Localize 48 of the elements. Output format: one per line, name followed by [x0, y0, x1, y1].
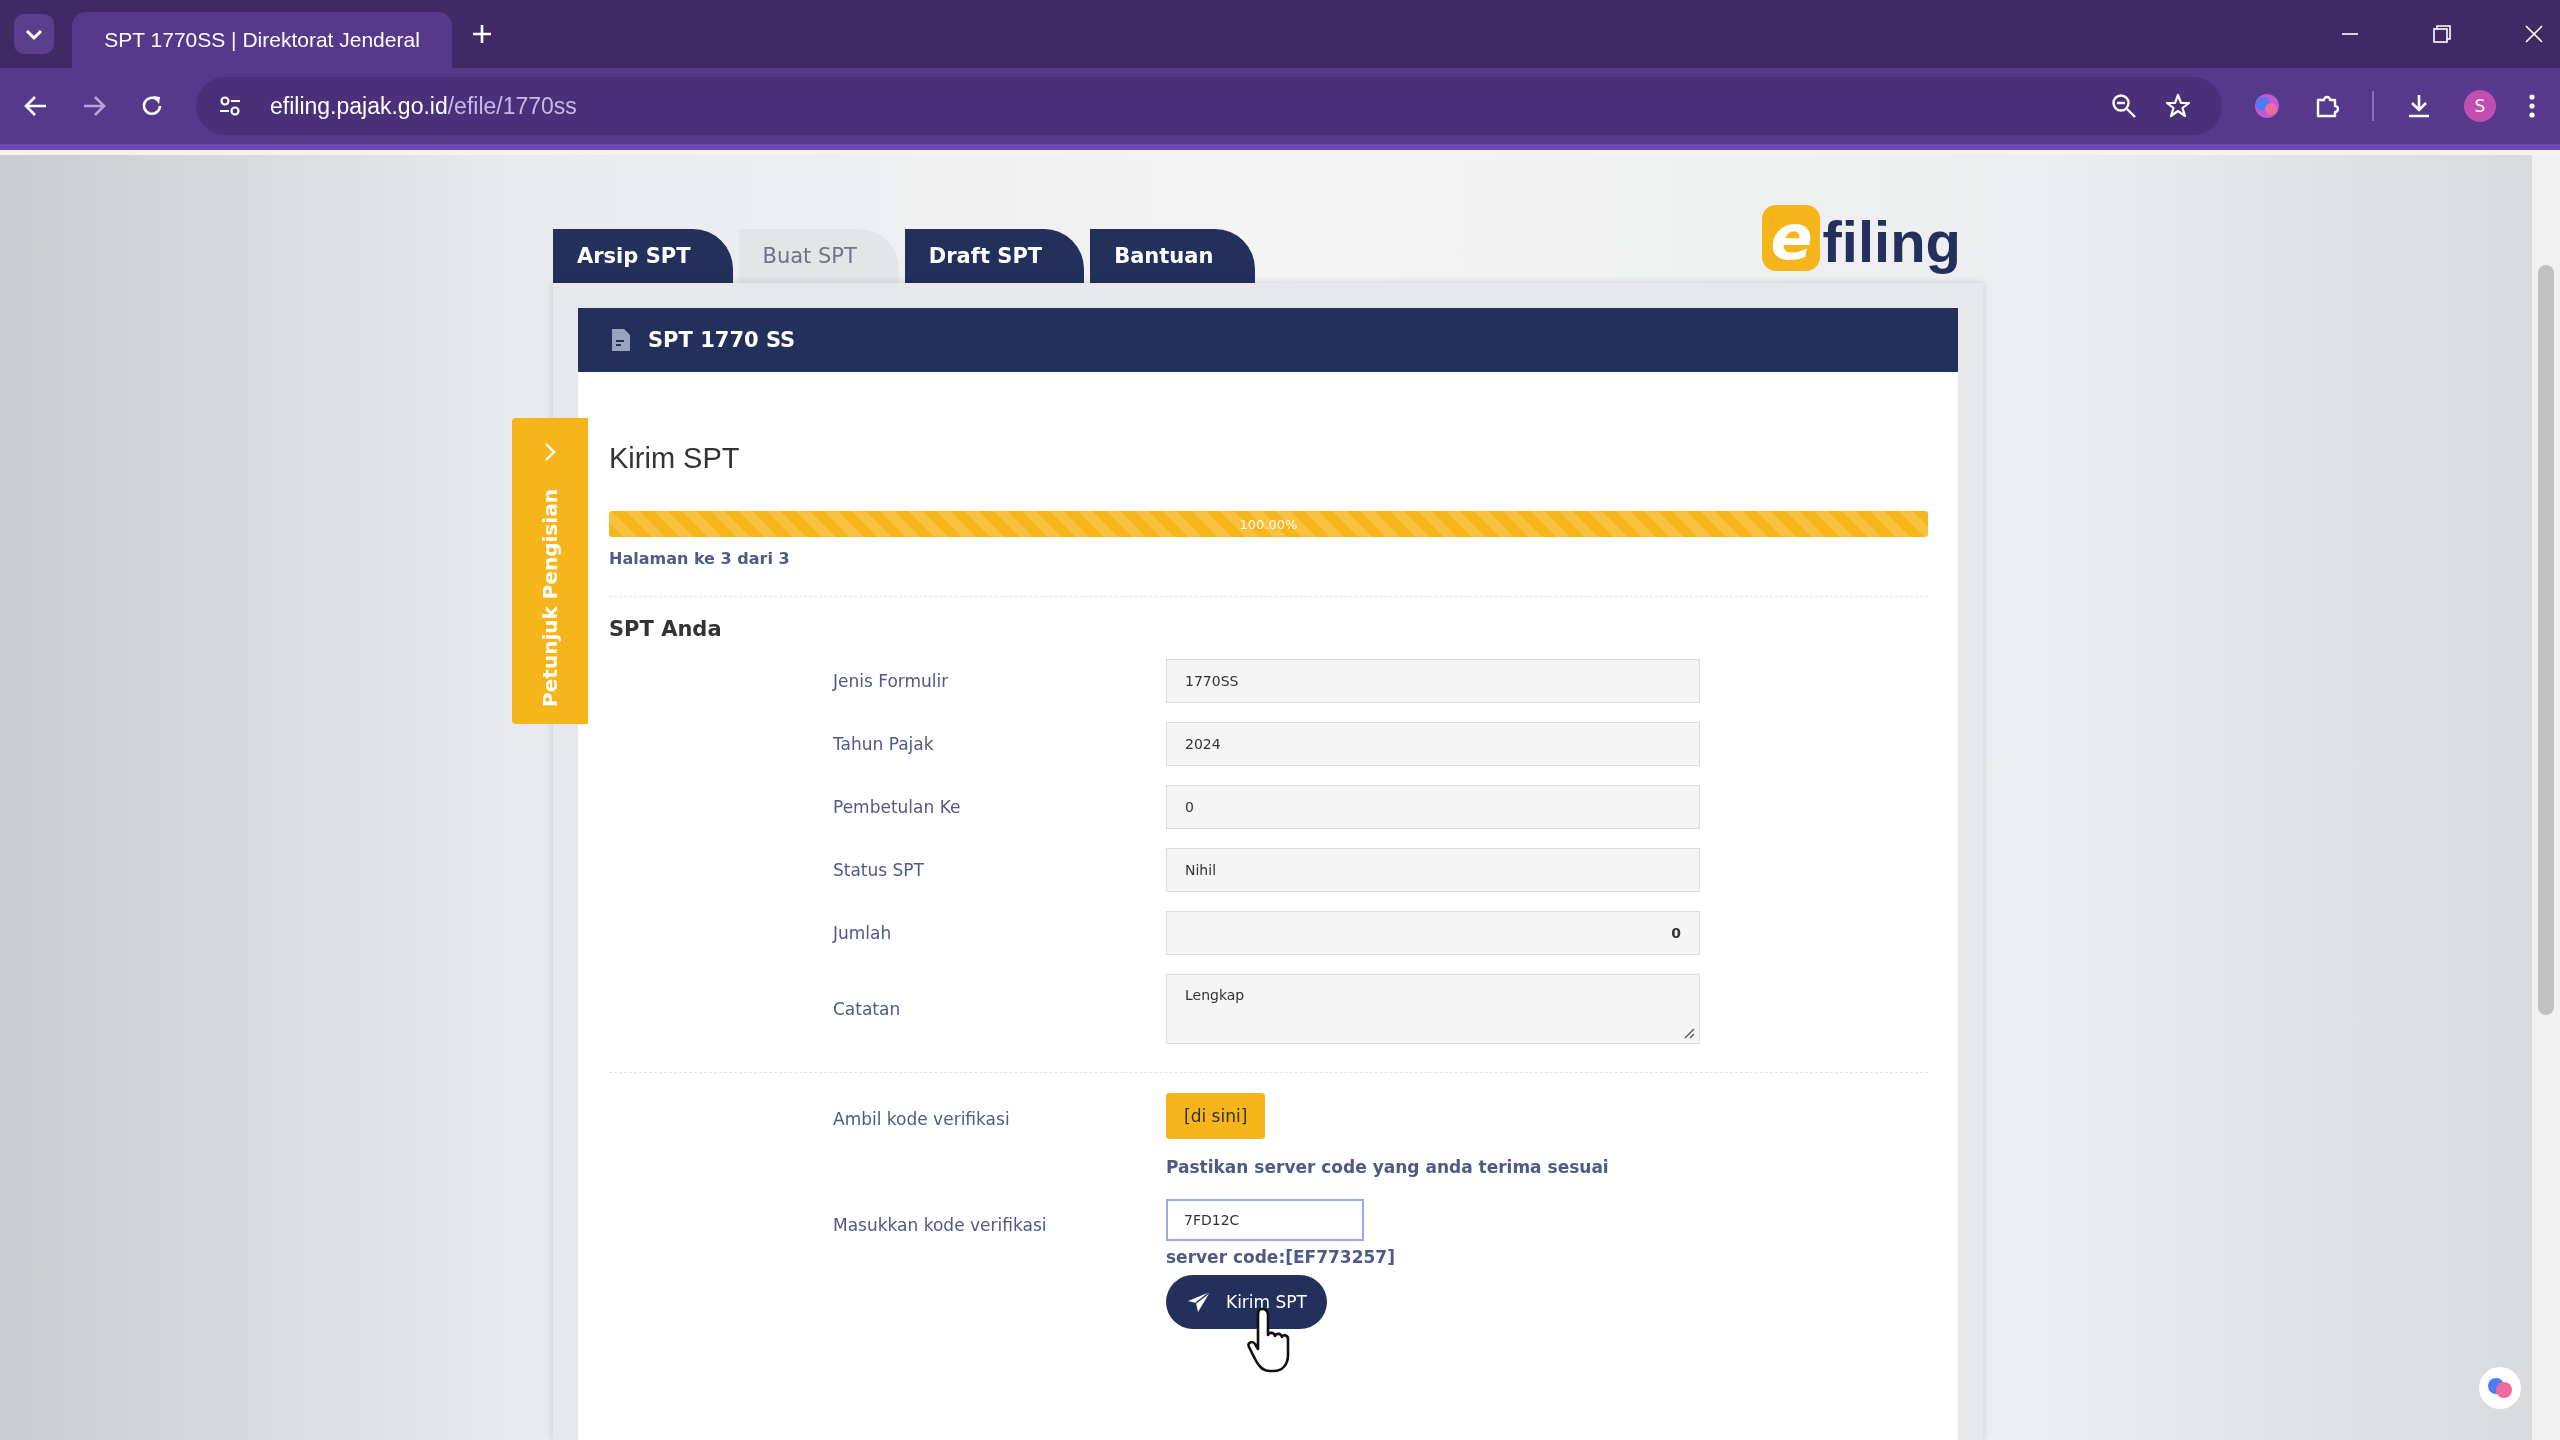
- chevron-right-icon: [543, 442, 557, 462]
- input-field[interactable]: Nihil: [1166, 848, 1700, 892]
- nav-tab[interactable]: Arsip SPT: [553, 229, 733, 283]
- section-title: SPT Anda: [609, 617, 723, 641]
- field-label: Jenis Formulir: [833, 671, 950, 691]
- browser-tab[interactable]: SPT 1770SS | Direktorat Jenderal: [72, 12, 452, 68]
- nav-tab[interactable]: Draft SPT: [904, 229, 1085, 283]
- extension-orb-icon[interactable]: [2252, 91, 2282, 121]
- input-field[interactable]: 1770SS: [1166, 659, 1700, 703]
- new-tab-icon[interactable]: [470, 22, 494, 46]
- server-code-note: Pastikan server code yang anda terima sesuai: [1166, 1157, 1609, 1177]
- star-icon[interactable]: [2164, 92, 2192, 120]
- restore-icon[interactable]: [2430, 22, 2454, 46]
- server-code-text: server code:[EF773257]: [1166, 1247, 1395, 1267]
- zoom-icon[interactable]: [2110, 92, 2138, 120]
- nav-tab[interactable]: Buat SPT: [738, 229, 899, 283]
- text-area[interactable]: Lengkap: [1166, 974, 1700, 1044]
- document-icon: [610, 327, 632, 353]
- floating-orb-icon[interactable]: [2478, 1366, 2522, 1410]
- field-label: Pembetulan Ke: [833, 797, 962, 817]
- field-label: Tahun Pajak: [833, 734, 935, 754]
- panel-title: SPT 1770 SS: [648, 328, 796, 352]
- page-info: Halaman ke 3 dari 3: [609, 549, 791, 568]
- menu-icon[interactable]: [2526, 91, 2538, 121]
- field-label: Masukkan kode verifikasi: [833, 1214, 1048, 1235]
- profile-avatar[interactable]: S: [2464, 90, 2496, 122]
- url-text: efiling.pajak.go.id/efile/1770ss: [270, 92, 577, 120]
- tab-title: SPT 1770SS | Direktorat Jenderal: [104, 28, 420, 52]
- paper-plane-icon: [1186, 1290, 1212, 1314]
- input-field[interactable]: 0: [1166, 911, 1700, 955]
- scrollbar[interactable]: [2532, 155, 2560, 1440]
- input-field[interactable]: 2024: [1166, 722, 1700, 766]
- page-heading: Kirim SPT: [609, 442, 741, 475]
- address-bar[interactable]: efiling.pajak.go.id/efile/1770ss: [196, 77, 2222, 135]
- progress-label: 100.00%: [1239, 516, 1298, 532]
- logo-mark: e: [1762, 205, 1821, 271]
- get-code-button[interactable]: [di sini]: [1166, 1093, 1266, 1139]
- resize-handle-icon[interactable]: [1683, 1027, 1695, 1039]
- scrollbar-thumb[interactable]: [2538, 265, 2554, 1015]
- field-label: Status SPT: [833, 860, 925, 880]
- submit-button[interactable]: Kirim SPT: [1166, 1275, 1327, 1329]
- input-field[interactable]: 0: [1166, 785, 1700, 829]
- input-field[interactable]: 7FD12C: [1166, 1199, 1364, 1241]
- nav-tab[interactable]: Bantuan: [1090, 229, 1256, 283]
- field-label: Jumlah: [833, 923, 893, 943]
- field-label: Ambil kode verifikasi: [833, 1108, 1011, 1129]
- tab-list-icon[interactable]: [14, 14, 54, 54]
- field-label: Catatan: [833, 999, 902, 1019]
